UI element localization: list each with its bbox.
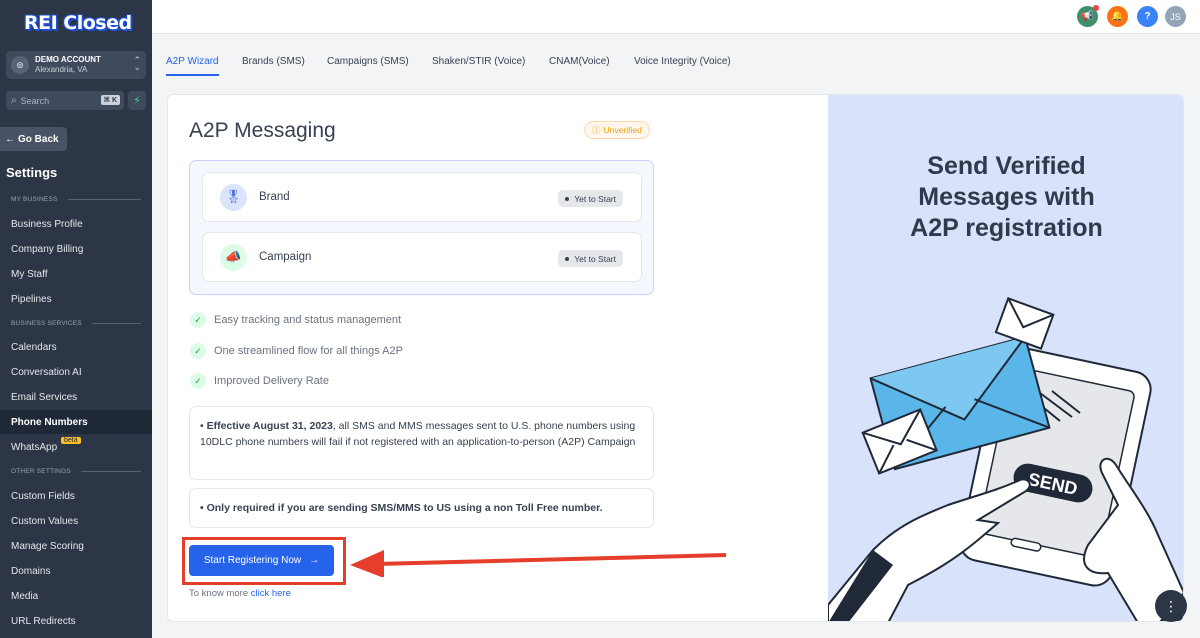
go-back-button[interactable]: ← Go Back [0, 127, 67, 151]
sidebar-item-domains[interactable]: Domains [0, 559, 152, 583]
info-circle-icon: ⓘ [592, 125, 601, 135]
search-icon: ⌕ [11, 95, 17, 106]
sidebar-item-url-redirects[interactable]: URL Redirects [0, 609, 152, 633]
click-here-link[interactable]: click here [251, 588, 291, 599]
check-icon: ✓ [190, 312, 206, 328]
check-icon: ✓ [190, 343, 206, 359]
sidebar-item-calendars[interactable]: Calendars [0, 335, 152, 359]
search-input[interactable]: ⌕ Search ⌘ K [6, 91, 124, 110]
promo-panel: Send Verified Messages with A2P registra… [828, 95, 1183, 621]
account-location: Alexandria, VA [35, 65, 88, 74]
beta-badge: beta [61, 437, 81, 444]
section-other-settings: OTHER SETTINGS [11, 468, 141, 475]
notice-effective-date: • Effective August 31, 2023, all SMS and… [189, 406, 654, 480]
check-icon: ✓ [190, 373, 206, 389]
arrow-left-icon: ← [5, 133, 15, 145]
tab-a2p-wizard[interactable]: A2P Wizard [166, 56, 219, 76]
tab-brands-sms[interactable]: Brands (SMS) [242, 56, 305, 76]
megaphone-icon: 📣 [220, 243, 247, 271]
step-brand[interactable]: 🎖 Brand Yet to Start [202, 172, 642, 222]
feature-item: ✓ One streamlined flow for all things A2P [190, 343, 403, 359]
sidebar-item-manage-scoring[interactable]: Manage Scoring [0, 534, 152, 558]
sidebar-item-phone-numbers[interactable]: Phone Numbers [0, 410, 152, 434]
notice-toll-free: • Only required if you are sending SMS/M… [189, 488, 654, 528]
top-bar: 📢 🔔 ? JS [152, 0, 1200, 34]
start-registering-button[interactable]: Start Registering Now → [189, 545, 334, 576]
sidebar-item-custom-fields[interactable]: Custom Fields [0, 484, 152, 508]
know-more-text: To know more click here [189, 588, 291, 599]
tab-shaken-stir[interactable]: Shaken/STIR (Voice) [432, 56, 525, 76]
feature-item: ✓ Easy tracking and status management [190, 312, 401, 328]
search-shortcut: ⌘ K [100, 95, 120, 105]
tab-campaigns-sms[interactable]: Campaigns (SMS) [327, 56, 409, 76]
status-badge: ⓘ Unverified [584, 121, 650, 139]
megaphone-icon[interactable]: 📢 [1077, 5, 1099, 27]
sidebar-item-company-billing[interactable]: Company Billing [0, 237, 152, 261]
account-name: DEMO ACCOUNT [35, 55, 101, 64]
sidebar-item-pipelines[interactable]: Pipelines [0, 287, 152, 311]
sidebar-item-business-profile[interactable]: Business Profile [0, 212, 152, 236]
sidebar-item-email-services[interactable]: Email Services [0, 385, 152, 409]
send-message-illustration: SEND [828, 297, 1183, 621]
arrow-right-icon: → [309, 555, 320, 566]
go-back-label: Go Back [18, 133, 59, 145]
tab-voice-integrity[interactable]: Voice Integrity (Voice) [634, 56, 731, 76]
notice-toll-free-text: Only required if you are sending SMS/MMS… [206, 502, 603, 514]
sidebar: REI Closed ⊚ DEMO ACCOUNT Alexandria, VA… [0, 0, 152, 638]
award-icon: 🎖 [220, 183, 247, 211]
annotation-arrow [350, 550, 727, 577]
status-badge: Yet to Start [558, 250, 623, 267]
chevron-updown-icon: ⌃ ⌄ [133, 55, 141, 72]
feature-item: ✓ Improved Delivery Rate [190, 373, 329, 389]
step-campaign[interactable]: 📣 Campaign Yet to Start [202, 232, 642, 282]
whatsapp-label: WhatsApp [11, 441, 58, 453]
location-icon: ⊚ [11, 56, 29, 74]
sidebar-item-media[interactable]: Media [0, 584, 152, 608]
account-switcher[interactable]: ⊚ DEMO ACCOUNT Alexandria, VA ⌃ ⌄ [6, 51, 146, 79]
section-my-business: MY BUSINESS [11, 196, 141, 203]
user-avatar[interactable]: JS [1165, 6, 1186, 27]
notice-date: Effective August 31, 2023 [206, 420, 333, 432]
section-business-services: BUSINESS SERVICES [11, 320, 141, 327]
settings-heading: Settings [6, 165, 58, 180]
step-campaign-label: Campaign [259, 251, 312, 263]
a2p-card: A2P Messaging ⓘ Unverified 🎖 Brand Yet t… [167, 94, 1184, 622]
search-placeholder: Search [20, 95, 50, 106]
quick-action-bolt-icon[interactable]: ⚡ [128, 91, 146, 110]
sidebar-item-my-staff[interactable]: My Staff [0, 262, 152, 286]
chat-support-icon[interactable]: ⋮ [1155, 590, 1187, 622]
sidebar-item-conversation-ai[interactable]: Conversation AI [0, 360, 152, 384]
app-logo[interactable]: REI Closed [24, 12, 132, 34]
step-brand-label: Brand [259, 191, 290, 203]
sidebar-item-whatsapp[interactable]: WhatsApp beta [0, 435, 152, 459]
notification-dot [1093, 5, 1099, 11]
tab-cnam[interactable]: CNAM(Voice) [549, 56, 610, 76]
status-badge: Yet to Start [558, 190, 623, 207]
bell-icon[interactable]: 🔔 [1107, 6, 1128, 27]
page-title: A2P Messaging [189, 119, 336, 142]
help-icon[interactable]: ? [1137, 6, 1158, 27]
registration-steps: 🎖 Brand Yet to Start 📣 Campaign Yet to S… [189, 160, 654, 295]
sidebar-item-custom-values[interactable]: Custom Values [0, 509, 152, 533]
